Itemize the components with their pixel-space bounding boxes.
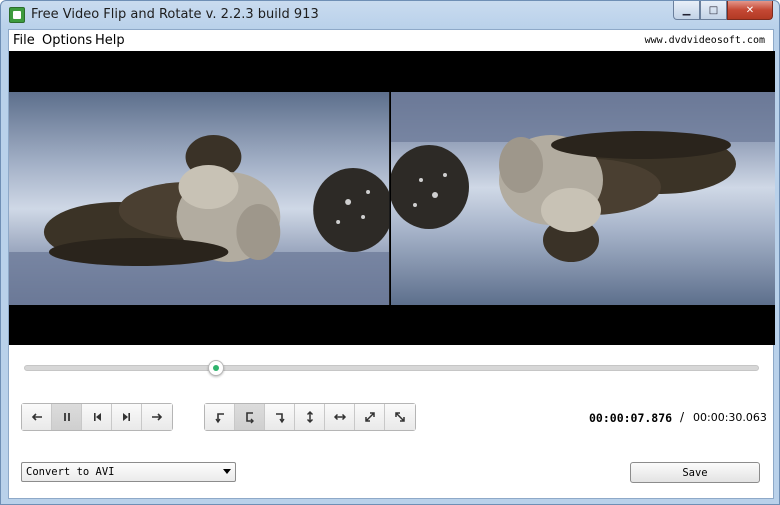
- minimize-button[interactable]: ▁: [673, 1, 700, 20]
- window-controls: ▁ □ ✕: [673, 1, 773, 21]
- menu-file[interactable]: File: [13, 33, 35, 48]
- flip-horizontal-button[interactable]: [325, 404, 355, 430]
- arrow-right-icon: [152, 413, 163, 421]
- window-title: Free Video Flip and Rotate v. 2.2.3 buil…: [31, 7, 319, 22]
- forward-button[interactable]: [142, 404, 172, 430]
- save-button[interactable]: Save: [630, 462, 760, 483]
- flipped-video-preview: [391, 92, 775, 305]
- transpose-button[interactable]: [355, 404, 385, 430]
- diagonal-arrow-reverse-icon: [395, 412, 405, 422]
- rotate-left-icon: [214, 413, 224, 424]
- diagonal-arrow-icon: [364, 412, 375, 422]
- time-separator: /: [680, 410, 685, 424]
- next-frame-button[interactable]: [112, 404, 142, 430]
- original-video-preview: [9, 92, 390, 305]
- flip-vertical-icon: [306, 410, 313, 424]
- timeline-slider[interactable]: [24, 360, 759, 376]
- rotate-right-button[interactable]: [265, 404, 295, 430]
- arrow-left-icon: [31, 413, 42, 421]
- menu-options[interactable]: Options: [42, 33, 92, 48]
- skip-forward-icon: [122, 413, 130, 421]
- app-icon: [9, 7, 25, 23]
- client-area: File Options Help www.dvdvideosoft.com 0…: [8, 29, 775, 499]
- total-time: 00:00:30.063: [693, 411, 767, 424]
- app-window: Free Video Flip and Rotate v. 2.2.3 buil…: [0, 0, 780, 505]
- skip-back-icon: [93, 413, 101, 421]
- timeline-handle[interactable]: [207, 360, 224, 376]
- title-bar[interactable]: Free Video Flip and Rotate v. 2.2.3 buil…: [1, 1, 779, 29]
- output-format-select[interactable]: Convert to AVI: [21, 462, 236, 482]
- previous-frame-button[interactable]: [82, 404, 112, 430]
- maximize-button[interactable]: □: [700, 1, 727, 20]
- transverse-button[interactable]: [385, 404, 415, 430]
- rotate-180-icon: [245, 412, 254, 424]
- menu-bar: File Options Help www.dvdvideosoft.com: [9, 30, 773, 51]
- flip-horizontal-icon: [333, 413, 346, 421]
- pause-icon: [63, 413, 70, 421]
- current-time: 00:00:07.876: [589, 411, 673, 425]
- rotate-180-button[interactable]: [235, 404, 265, 430]
- close-button[interactable]: ✕: [727, 1, 773, 20]
- video-area: [9, 51, 775, 345]
- flipped-frame-image: [391, 92, 775, 305]
- rewind-button[interactable]: [22, 404, 52, 430]
- flip-vertical-button[interactable]: [295, 404, 325, 430]
- pause-button[interactable]: [52, 404, 82, 430]
- output-format-value: Convert to AVI: [26, 466, 115, 478]
- rotate-left-button[interactable]: [205, 404, 235, 430]
- website-link[interactable]: www.dvdvideosoft.com: [645, 35, 765, 46]
- rotate-right-icon: [275, 413, 285, 424]
- playback-controls: [21, 403, 173, 431]
- transform-controls: [204, 403, 416, 431]
- menu-help[interactable]: Help: [95, 33, 125, 48]
- original-frame-image: [9, 92, 389, 305]
- chevron-down-icon: [223, 469, 231, 474]
